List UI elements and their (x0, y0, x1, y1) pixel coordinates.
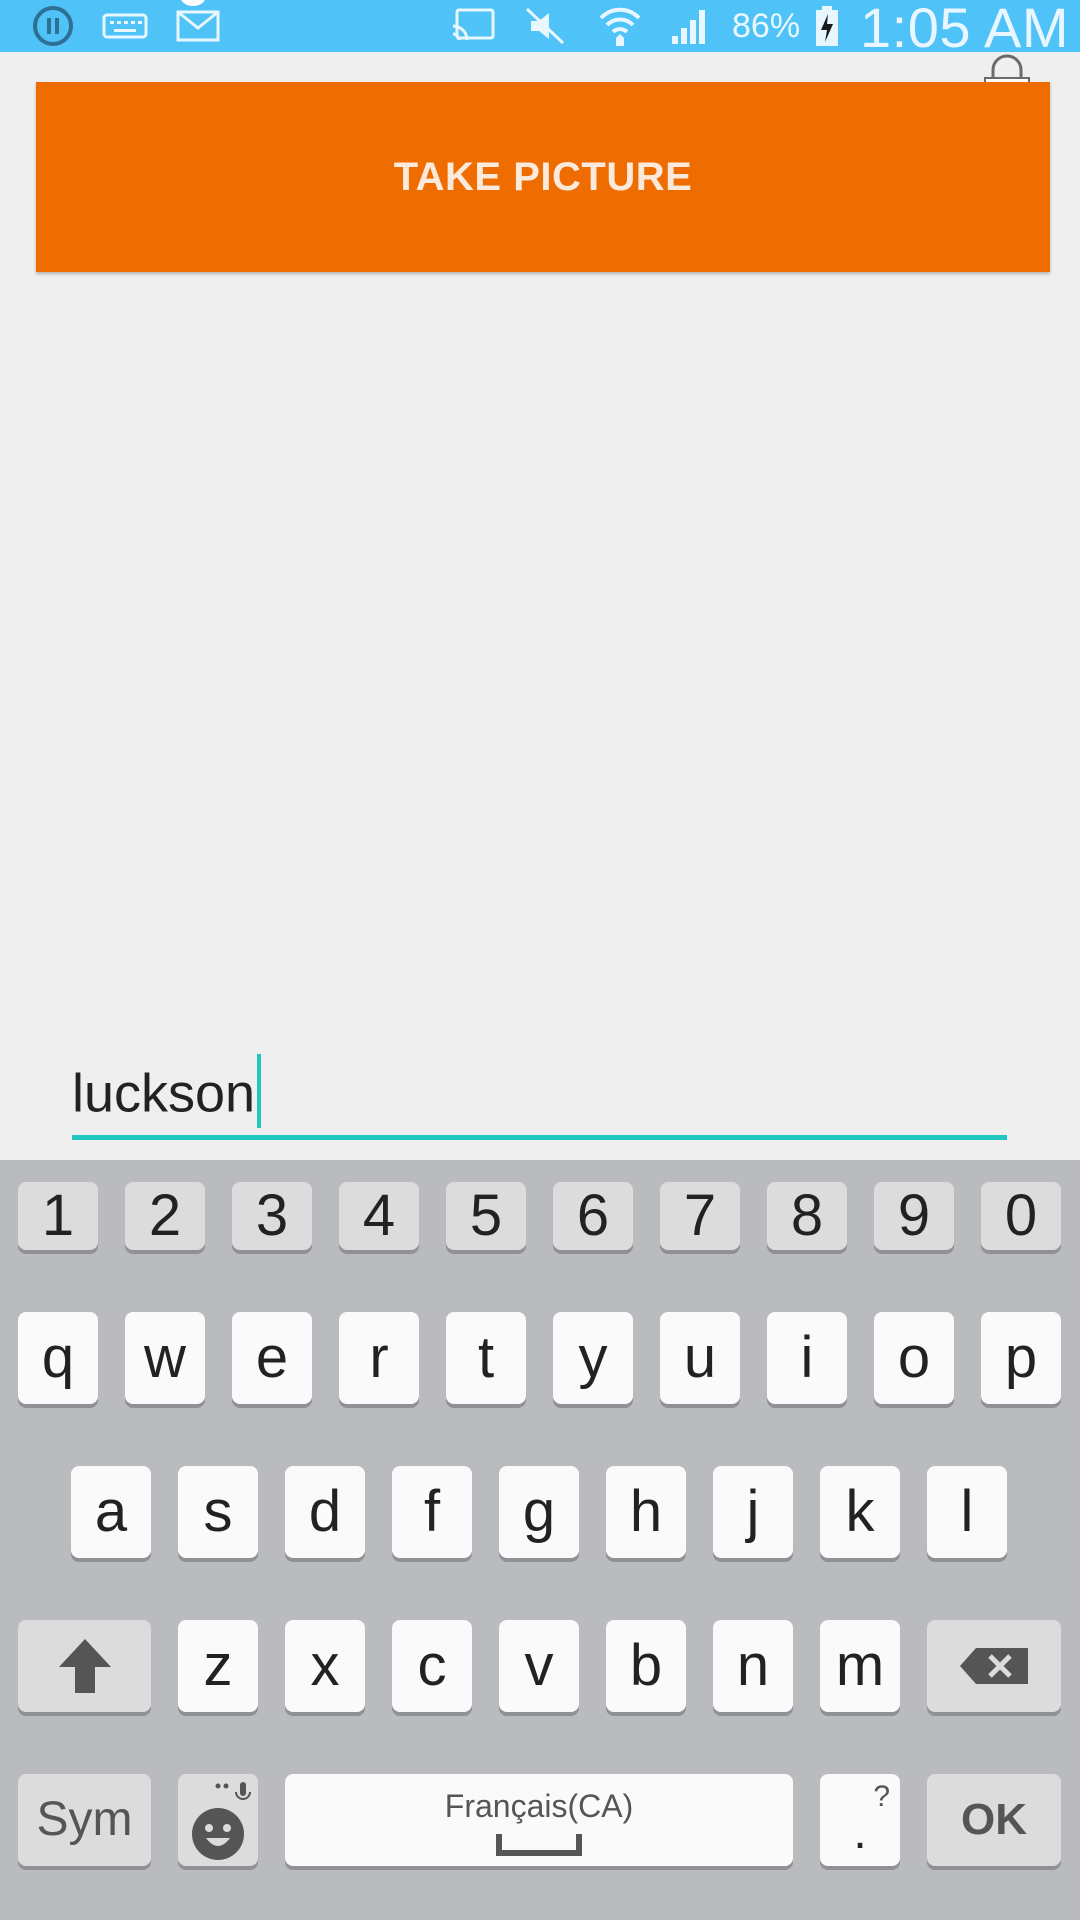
battery-percent: 86% (732, 7, 801, 45)
status-bar: 86% 1:05 AM (0, 0, 1080, 59)
key-s[interactable]: s (178, 1466, 258, 1558)
key-a[interactable]: a (71, 1466, 151, 1558)
key-d[interactable]: d (285, 1466, 365, 1558)
key-4[interactable]: 4 (339, 1182, 419, 1250)
key-n[interactable]: n (713, 1620, 793, 1712)
name-input-value: luckson (72, 1063, 256, 1124)
take-picture-button[interactable]: TAKE PICTURE (36, 82, 1050, 272)
space-bar-icon (496, 1834, 582, 1856)
email-icon (173, 0, 223, 52)
key-z[interactable]: z (178, 1620, 258, 1712)
signal-icon (668, 0, 712, 52)
backspace-key[interactable] (927, 1620, 1061, 1712)
key-f[interactable]: f (392, 1466, 472, 1558)
space-key-language: Français(CA) (444, 1788, 634, 1824)
key-g[interactable]: g (499, 1466, 579, 1558)
keyboard-icon (100, 0, 150, 52)
key-1[interactable]: 1 (18, 1182, 98, 1250)
input-underline (72, 1135, 1007, 1140)
key-c[interactable]: c (392, 1620, 472, 1712)
key-k[interactable]: k (820, 1466, 900, 1558)
key-8[interactable]: 8 (767, 1182, 847, 1250)
take-picture-label: TAKE PICTURE (393, 154, 693, 199)
key-2[interactable]: 2 (125, 1182, 205, 1250)
key-e[interactable]: e (232, 1312, 312, 1404)
key-m[interactable]: m (820, 1620, 900, 1712)
sym-key[interactable]: Sym (18, 1774, 151, 1866)
cast-icon (448, 0, 498, 52)
key-h[interactable]: h (606, 1466, 686, 1558)
text-cursor (257, 1054, 262, 1128)
key-w[interactable]: w (125, 1312, 205, 1404)
key-j[interactable]: j (713, 1466, 793, 1558)
key-q[interactable]: q (18, 1312, 98, 1404)
soft-keyboard: 1 2 3 4 5 6 7 8 9 0 q w e r t y u i o p … (0, 1160, 1080, 1920)
mute-icon (520, 0, 570, 52)
shift-key[interactable] (18, 1620, 151, 1712)
key-3[interactable]: 3 (232, 1182, 312, 1250)
name-input[interactable]: luckson (72, 1050, 1007, 1140)
period-key[interactable]: ? . (820, 1774, 900, 1866)
period-key-label: . (853, 1806, 867, 1859)
clock: 1:05 AM (860, 0, 1069, 59)
key-6[interactable]: 6 (553, 1182, 633, 1250)
key-9[interactable]: 9 (874, 1182, 954, 1250)
wifi-icon (595, 0, 645, 52)
shift-arrow-icon (58, 1639, 111, 1693)
ok-key[interactable]: OK (927, 1774, 1061, 1866)
space-key[interactable]: Français(CA) (285, 1774, 793, 1866)
key-l[interactable]: l (927, 1466, 1007, 1558)
key-x[interactable]: x (285, 1620, 365, 1712)
key-o[interactable]: o (874, 1312, 954, 1404)
key-r[interactable]: r (339, 1312, 419, 1404)
key-i[interactable]: i (767, 1312, 847, 1404)
key-7[interactable]: 7 (660, 1182, 740, 1250)
backspace-icon (960, 1648, 1028, 1684)
pause-icon (28, 0, 78, 52)
key-b[interactable]: b (606, 1620, 686, 1712)
key-v[interactable]: v (499, 1620, 579, 1712)
key-t[interactable]: t (446, 1312, 526, 1404)
battery-charging-icon (810, 0, 844, 52)
emoji-key[interactable] (178, 1774, 258, 1866)
key-0[interactable]: 0 (981, 1182, 1061, 1250)
emoji-icon (192, 1782, 251, 1860)
key-5[interactable]: 5 (446, 1182, 526, 1250)
key-p[interactable]: p (981, 1312, 1061, 1404)
key-u[interactable]: u (660, 1312, 740, 1404)
key-y[interactable]: y (553, 1312, 633, 1404)
